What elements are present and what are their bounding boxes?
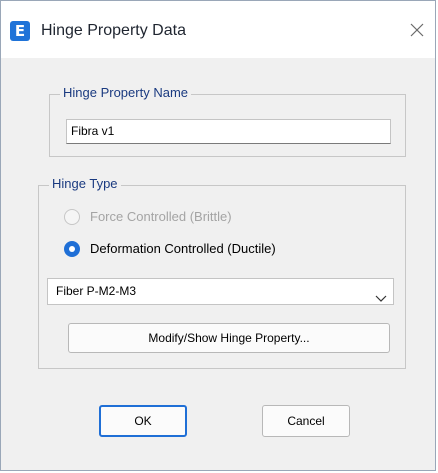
window-title: Hinge Property Data <box>41 22 186 39</box>
deformation-controlled-radio[interactable] <box>64 241 80 257</box>
chevron-down-icon <box>375 287 387 302</box>
hinge-type-dropdown[interactable]: Fiber P-M2-M3 <box>47 278 394 305</box>
cancel-button[interactable]: Cancel <box>262 405 350 437</box>
deformation-controlled-label: Deformation Controlled (Ductile) <box>90 241 276 256</box>
modify-show-hinge-property-button[interactable]: Modify/Show Hinge Property... <box>68 323 390 353</box>
hinge-type-group-label: Hinge Type <box>49 176 121 192</box>
hinge-property-name-input[interactable]: Fibra v1 <box>66 119 391 144</box>
deformation-controlled-option[interactable]: Deformation Controlled (Ductile) <box>64 240 276 258</box>
hinge-type-dropdown-value: Fiber P-M2-M3 <box>56 284 137 298</box>
ok-button[interactable]: OK <box>99 405 187 437</box>
radio-selected-dot <box>69 246 75 252</box>
force-controlled-radio[interactable] <box>64 209 80 225</box>
close-icon[interactable] <box>406 19 428 41</box>
app-icon: E <box>10 21 30 41</box>
hinge-property-dialog: E Hinge Property Data Hinge Property Nam… <box>0 0 436 471</box>
hinge-property-name-group-label: Hinge Property Name <box>60 85 191 101</box>
force-controlled-label: Force Controlled (Brittle) <box>90 209 232 224</box>
force-controlled-option[interactable]: Force Controlled (Brittle) <box>64 208 232 226</box>
title-bar: E Hinge Property Data <box>1 1 435 58</box>
